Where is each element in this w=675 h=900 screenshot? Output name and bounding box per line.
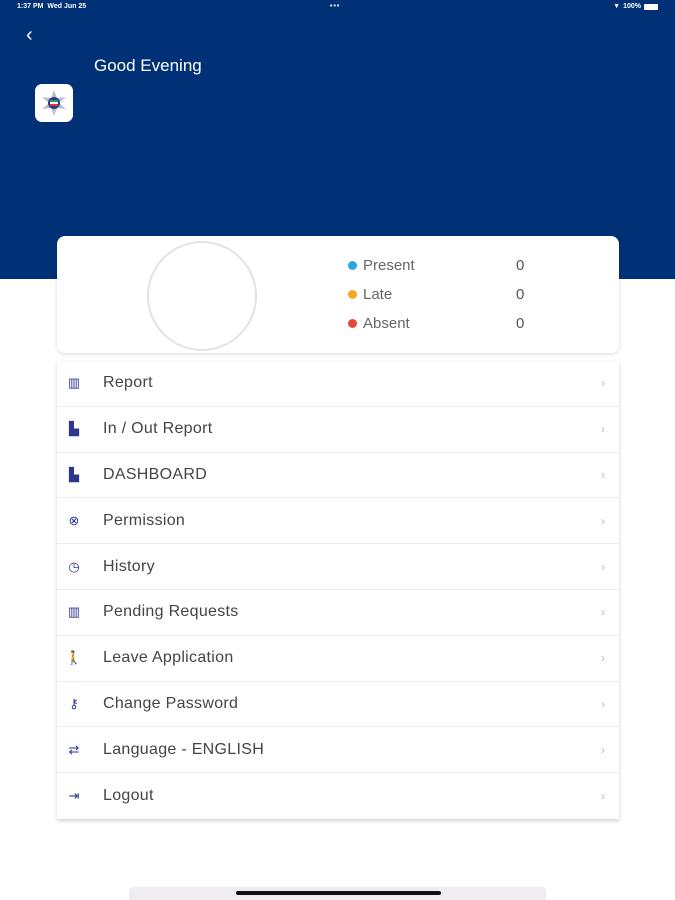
key-icon: ⚷ — [69, 695, 79, 711]
present-dot — [348, 261, 357, 270]
menu-item-label: Permission — [103, 511, 186, 529]
pdf-file-icon: ▙ — [69, 466, 79, 482]
absent-dot — [348, 319, 357, 328]
menu-item-leave-application[interactable]: 🚶 Leave Application › — [57, 636, 619, 682]
menu-item-label: Pending Requests — [103, 603, 239, 621]
multitask-dots[interactable]: ••• — [330, 3, 340, 10]
chevron-right-icon: › — [601, 422, 605, 437]
chevron-right-icon: › — [601, 651, 605, 666]
menu-item-in-out-report[interactable]: ▙ In / Out Report › — [57, 407, 619, 453]
chevron-right-icon: › — [601, 605, 605, 620]
menu-item-label: DASHBOARD — [103, 465, 208, 483]
attendance-summary-card: Present 0 Late 0 Absent 0 — [57, 236, 619, 353]
stat-late: Late 0 — [348, 286, 524, 303]
police-logo — [35, 84, 73, 122]
menu-item-label: Report — [103, 374, 153, 392]
menu-item-permission[interactable]: ⊗ Permission › — [57, 498, 619, 545]
bar-chart-icon: ▥ — [67, 375, 81, 391]
menu-list: ▥ Report › ▙ In / Out Report › ▙ DASHBOARD › ⊗ Per… — [57, 361, 619, 819]
menu-item-pending-requests[interactable]: ▥ Pending Requests › — [57, 590, 619, 636]
attendance-donut-chart — [147, 241, 257, 351]
logout-icon: ⇥ — [68, 788, 80, 804]
permission-icon: ⊗ — [68, 512, 80, 528]
menu-item-language-english[interactable]: ⇄ Language - ENGLISH › — [57, 727, 619, 774]
pdf-file-icon: ▙ — [69, 421, 79, 437]
late-dot — [348, 290, 357, 299]
status-time: 1:37 PM Wed Jun 25 — [17, 3, 87, 10]
chevron-right-icon: › — [601, 376, 605, 391]
menu-item-label: In / Out Report — [103, 420, 213, 438]
wifi-icon: ▼ — [613, 3, 621, 10]
stat-present: Present 0 — [348, 257, 524, 274]
stat-absent: Absent 0 — [348, 315, 524, 332]
chevron-right-icon: › — [601, 513, 605, 528]
menu-item-report[interactable]: ▥ Report › — [57, 361, 619, 407]
walking-icon: 🚶 — [65, 650, 83, 666]
menu-item-label: Leave Application — [103, 649, 234, 667]
back-button[interactable]: ‹ — [26, 24, 33, 47]
menu-item-label: Change Password — [103, 694, 239, 712]
home-indicator[interactable] — [236, 891, 441, 895]
chevron-right-icon: › — [601, 467, 605, 482]
status-right: ▼ 100% — [613, 3, 658, 10]
chevron-right-icon: › — [601, 696, 605, 711]
menu-item-label: Logout — [103, 787, 154, 805]
bar-chart-icon: ▥ — [67, 604, 81, 620]
menu-item-logout[interactable]: ⇥ Logout › — [57, 773, 619, 819]
status-bar: 1:37 PM Wed Jun 25 ••• ▼ 100% — [17, 3, 658, 15]
menu-item-change-password[interactable]: ⚷ Change Password › — [57, 682, 619, 728]
menu-item-label: Language - ENGLISH — [103, 740, 265, 758]
battery-icon — [644, 3, 658, 10]
menu-item-dashboard[interactable]: ▙ DASHBOARD › — [57, 453, 619, 499]
greeting: Good Evening — [94, 56, 202, 75]
translate-icon: ⇄ — [68, 741, 80, 757]
menu-item-history[interactable]: ◷ History › — [57, 544, 619, 590]
chevron-right-icon: › — [601, 742, 605, 757]
chevron-right-icon: › — [601, 559, 605, 574]
menu-item-label: History — [103, 557, 155, 575]
chevron-right-icon: › — [601, 789, 605, 804]
battery-level: 100% — [623, 3, 641, 10]
history-icon: ◷ — [68, 558, 80, 574]
